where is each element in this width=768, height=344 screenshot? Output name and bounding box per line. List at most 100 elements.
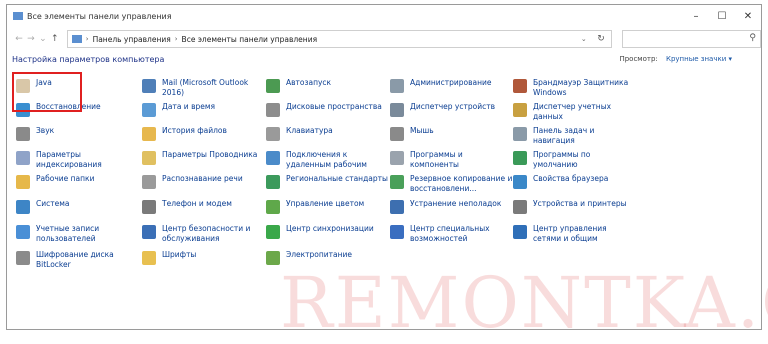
control-panel-item[interactable]: Автозапуск [266, 78, 390, 93]
control-panel-item[interactable]: Диспетчер устройств [390, 102, 514, 117]
control-panel-item[interactable]: Параметры индексирования [16, 150, 140, 170]
item-label: Шифрование диска BitLocker [36, 250, 114, 269]
control-panel-item[interactable]: Администрирование [390, 78, 514, 93]
remote-icon [266, 151, 280, 165]
item-label: Администрирование [410, 78, 492, 87]
explorer-options-icon [142, 151, 156, 165]
control-panel-item[interactable]: Звук [16, 126, 140, 141]
page-title: Настройка параметров компьютера [12, 55, 165, 64]
control-panel-item[interactable]: Шифрование диска BitLocker [16, 250, 140, 270]
users-icon [16, 225, 30, 239]
control-panel-item[interactable]: Устройства и принтеры [513, 199, 637, 214]
control-panel-item[interactable]: Система [16, 199, 140, 214]
control-panel-item[interactable]: Телефон и модем [142, 199, 266, 214]
control-panel-item[interactable]: Панель задач и навигация [513, 126, 637, 146]
address-bar[interactable]: › Панель управления › Все элементы панел… [66, 30, 612, 48]
item-label: Панель задач и навигация [533, 126, 595, 145]
item-label: Диспетчер учетных данных [533, 102, 612, 121]
control-panel-item[interactable]: Центр управления сетями и общим [513, 224, 637, 244]
view-by: Просмотр: Крупные значки ▾ [619, 55, 732, 63]
item-label: Центр безопасности и обслуживания [162, 224, 251, 243]
control-panel-item[interactable]: Брандмауэр Защитника Windows [513, 78, 637, 98]
microphone-icon [142, 175, 156, 189]
control-panel-icon [71, 35, 82, 43]
control-panel-item[interactable]: Региональные стандарты [266, 174, 390, 189]
search-icon[interactable]: ⚲ [749, 33, 756, 43]
watermark: REMONTKA.COM [280, 262, 768, 344]
forward-arrow-icon[interactable]: → [25, 34, 37, 44]
item-label: Подключения к удаленным рабочим [286, 150, 367, 169]
item-label: Региональные стандарты [286, 174, 388, 183]
item-label: Автозапуск [286, 78, 332, 87]
item-label: Программы и компоненты [410, 150, 463, 169]
control-panel-item[interactable]: Устранение неполадок [390, 199, 514, 214]
device-manager-icon [390, 103, 404, 117]
region-icon [266, 175, 280, 189]
control-panel-item[interactable]: Программы и компоненты [390, 150, 514, 170]
control-panel-item[interactable]: Рабочие папки [16, 174, 140, 189]
address-dropdown-icon[interactable]: ⌄ [581, 35, 587, 43]
view-by-label: Просмотр: [619, 55, 658, 63]
control-panel-item[interactable]: Дата и время [142, 102, 266, 117]
control-panel-item[interactable]: Параметры Проводника [142, 150, 266, 165]
control-panel-item[interactable]: История файлов [142, 126, 266, 141]
refresh-icon[interactable]: ↻ [597, 34, 605, 44]
control-panel-item[interactable]: Подключения к удаленным рабочим [266, 150, 390, 170]
control-panel-item[interactable]: Клавиатура [266, 126, 390, 141]
control-panel-item[interactable]: Центр синхронизации [266, 224, 390, 239]
minimize-button[interactable]: – [683, 5, 709, 27]
recent-dropdown-icon[interactable]: ⌄ [37, 34, 49, 44]
control-panel-item[interactable]: Центр безопасности и обслуживания [142, 224, 266, 244]
color-mgmt-icon [266, 200, 280, 214]
browser-icon [513, 175, 527, 189]
phone-icon [142, 200, 156, 214]
item-label: Параметры индексирования [36, 150, 102, 169]
control-panel-item[interactable]: Диспетчер учетных данных [513, 102, 637, 122]
accessibility-icon [390, 225, 404, 239]
control-panel-item[interactable]: Mail (Microsoft Outlook 2016) [142, 78, 266, 98]
breadcrumb-control-panel[interactable]: Панель управления [93, 35, 171, 44]
file-history-icon [142, 127, 156, 141]
control-panel-item[interactable]: Центр специальных возможностей [390, 224, 514, 244]
view-by-dropdown[interactable]: Крупные значки ▾ [666, 55, 732, 63]
credentials-icon [513, 103, 527, 117]
work-folders-icon [16, 175, 30, 189]
back-arrow-icon[interactable]: ← [13, 34, 25, 44]
flag-icon [142, 225, 156, 239]
item-label: Звук [36, 126, 55, 135]
item-label: Центр управления сетями и общим [533, 224, 607, 243]
indexing-icon [16, 151, 30, 165]
mail-icon [142, 79, 156, 93]
breadcrumb-all-items[interactable]: Все элементы панели управления [182, 35, 318, 44]
item-label: Mail (Microsoft Outlook 2016) [162, 78, 249, 97]
maximize-button[interactable]: ☐ [709, 5, 735, 27]
item-label: Клавиатура [286, 126, 333, 135]
control-panel-item[interactable]: Дисковые пространства [266, 102, 390, 117]
java-highlight-box [12, 72, 82, 112]
troubleshoot-icon [390, 200, 404, 214]
admin-tools-icon [390, 79, 404, 93]
breadcrumb-separator: › [174, 35, 178, 43]
printer-icon [513, 200, 527, 214]
control-panel-item[interactable]: Учетные записи пользователей [16, 224, 140, 244]
system-icon [16, 200, 30, 214]
control-panel-item[interactable]: Программы по умолчанию [513, 150, 637, 170]
storage-icon [266, 103, 280, 117]
close-button[interactable]: ✕ [735, 5, 761, 27]
control-panel-item[interactable]: Шрифты [142, 250, 266, 265]
firewall-icon [513, 79, 527, 93]
network-icon [513, 225, 527, 239]
control-panel-item[interactable]: Свойства браузера [513, 174, 637, 189]
control-panel-item[interactable]: Мышь [390, 126, 514, 141]
navigation-bar: ← → ⌄ ↑ › Панель управления › Все элемен… [7, 27, 761, 51]
item-label: Резервное копирование и восстановлени... [410, 174, 513, 193]
item-label: Устройства и принтеры [533, 199, 627, 208]
item-label: Электропитание [286, 250, 353, 259]
control-panel-item[interactable]: Резервное копирование и восстановлени... [390, 174, 514, 194]
item-label: Дисковые пространства [286, 102, 382, 111]
up-arrow-icon[interactable]: ↑ [49, 34, 61, 44]
item-label: История файлов [162, 126, 227, 135]
control-panel-item[interactable]: Распознавание речи [142, 174, 266, 189]
control-panel-item[interactable]: Управление цветом [266, 199, 390, 214]
search-input[interactable]: ⚲ [621, 30, 761, 48]
